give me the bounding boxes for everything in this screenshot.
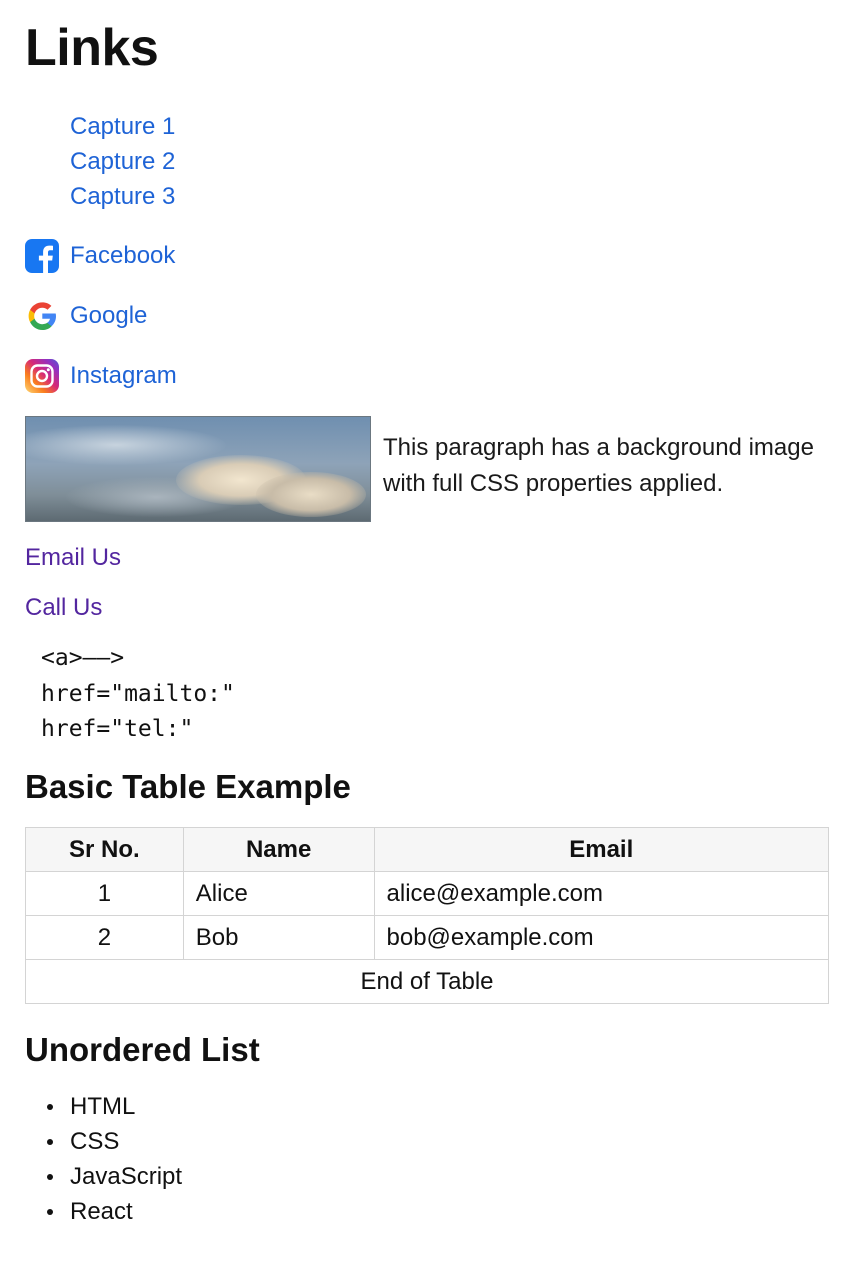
call-us-link[interactable]: Call Us [25, 593, 102, 623]
list-item: Capture 3 [70, 179, 175, 214]
column-header: Email [373, 827, 830, 872]
code-block: <a>——> href="mailto:" href="tel:" [41, 641, 235, 748]
table-cell: Alice [182, 871, 375, 916]
table-row: 1 Alice alice@example.com [25, 871, 830, 916]
capture-link-list: Capture 1 Capture 2 Capture 3 [70, 109, 175, 214]
bullet-icon [47, 1104, 53, 1110]
table-cell: 1 [25, 871, 184, 916]
code-line: href="mailto:" [41, 680, 235, 707]
facebook-row: Facebook [25, 238, 175, 274]
instagram-row: Instagram [25, 358, 177, 394]
google-row: Google [25, 298, 147, 334]
list-item: JavaScript [25, 1159, 182, 1194]
image-paragraph-row: This paragraph has a background image wi… [25, 416, 835, 523]
email-us-link[interactable]: Email Us [25, 543, 121, 573]
capture-3-link[interactable]: Capture 3 [70, 183, 175, 210]
instagram-icon[interactable] [25, 359, 59, 393]
basic-table: Sr No. Name Email 1 Alice alice@example.… [25, 827, 830, 1004]
code-line: <a>——> [41, 645, 125, 671]
table-footer-row: End of Table [25, 959, 829, 1004]
list-item-label: HTML [70, 1093, 136, 1120]
list-item: Capture 1 [70, 109, 175, 144]
bullet-icon [47, 1209, 53, 1215]
capture-2-link[interactable]: Capture 2 [70, 148, 175, 175]
unordered-list: HTML CSS JavaScript React [25, 1089, 182, 1229]
list-item-label: JavaScript [70, 1163, 183, 1190]
list-item: HTML [25, 1089, 182, 1124]
bullet-icon [47, 1174, 53, 1180]
page-title: Links [25, 19, 159, 77]
instagram-link[interactable]: Instagram [70, 358, 177, 394]
table-heading: Basic Table Example [25, 768, 351, 805]
table-cell: alice@example.com [373, 871, 830, 916]
table-cell: Bob [182, 915, 375, 960]
facebook-link[interactable]: Facebook [70, 238, 175, 274]
column-header: Name [182, 827, 375, 872]
background-paragraph: This paragraph has a background image wi… [383, 434, 814, 497]
column-header: Sr No. [25, 827, 184, 872]
google-icon[interactable] [25, 299, 59, 333]
bullet-icon [47, 1139, 53, 1145]
list-item: React [25, 1194, 182, 1229]
table-cell: bob@example.com [373, 915, 830, 960]
list-item-label: React [70, 1198, 133, 1225]
facebook-icon[interactable] [25, 239, 59, 273]
list-heading: Unordered List [25, 1031, 260, 1068]
sky-image [25, 416, 371, 522]
code-line: href="tel:" [41, 716, 194, 742]
table-header-row: Sr No. Name Email [25, 827, 830, 872]
capture-1-link[interactable]: Capture 1 [70, 113, 175, 140]
table-cell: 2 [25, 915, 184, 960]
list-item: CSS [25, 1124, 182, 1159]
list-item-label: CSS [70, 1128, 120, 1155]
table-footer: End of Table [25, 959, 829, 1004]
table-row: 2 Bob bob@example.com [25, 915, 830, 960]
list-item: Capture 2 [70, 144, 175, 179]
google-link[interactable]: Google [70, 298, 147, 334]
